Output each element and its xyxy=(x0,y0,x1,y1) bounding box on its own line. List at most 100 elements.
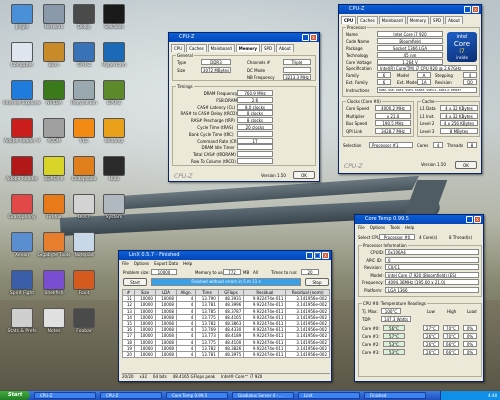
core-count: 4 Core(s) xyxy=(419,235,438,240)
times-input[interactable]: 20 xyxy=(301,269,319,275)
tj-max-value: 100°C xyxy=(381,308,401,314)
desktop-icon[interactable]: Hulu xyxy=(94,156,134,182)
desktop-icon-glyph xyxy=(73,308,95,328)
desktop-icon[interactable]: HyperCam xyxy=(94,42,134,68)
minimize-button[interactable]: _ xyxy=(302,34,309,41)
minimize-button[interactable]: _ xyxy=(464,6,471,13)
menu-export-data[interactable]: Export Data xyxy=(154,261,178,266)
table-cell: 10008 xyxy=(154,350,177,359)
menu-file[interactable]: File xyxy=(122,261,129,266)
close-button[interactable]: x xyxy=(472,6,479,13)
tab-spd[interactable]: SPD xyxy=(260,44,276,52)
minimize-button[interactable]: _ xyxy=(306,252,313,259)
processor-value: Bloomfield xyxy=(377,38,443,44)
desktop-icon[interactable]: Notepad xyxy=(64,232,104,258)
desktop-icon[interactable]: Winamp xyxy=(94,118,134,144)
desktop-icon-glyph xyxy=(11,308,33,328)
timing-label: DRAM Idle Timer xyxy=(201,145,235,151)
menu-options[interactable]: Options xyxy=(134,261,149,266)
memory-input[interactable]: 772 xyxy=(223,269,241,275)
info-label: CPUID: xyxy=(370,250,385,255)
tab-about[interactable]: About xyxy=(276,44,294,52)
taskbar-button[interactable]: Gladiatus Server 4 - ... xyxy=(232,392,294,399)
coretemp-window: Core Temp 0.99.5 _ x File Options Tools Hel… xyxy=(354,214,484,382)
core-load: 0% xyxy=(463,341,477,347)
tab-bar: CPU Caches Mainboard Memory SPD About xyxy=(339,14,481,24)
select-cpu-dropdown[interactable]: Processor #0 xyxy=(379,234,415,240)
stepping-label: Stepping xyxy=(435,73,453,78)
selection-dropdown[interactable]: Processor #1 xyxy=(369,142,413,148)
desktop-icon[interactable]: SeaTools xyxy=(94,4,134,30)
cpuz-memory-titlebar[interactable]: CPU-Z _ x xyxy=(169,33,319,42)
menu-options[interactable]: Options xyxy=(370,225,385,230)
clock: 4:48 xyxy=(488,393,497,398)
tab-mainboard[interactable]: Mainboard xyxy=(378,16,406,24)
desktop-icon[interactable]: Foobar xyxy=(64,308,104,334)
menu-tools[interactable]: Tools xyxy=(390,225,400,230)
thread-count: 8 Thread(s) xyxy=(449,235,473,240)
timing-value xyxy=(237,144,273,151)
tab-mainboard[interactable]: Mainboard xyxy=(207,44,235,52)
taskbar-button[interactable]: CPU-Z xyxy=(100,392,162,399)
cores-value: 4 xyxy=(433,142,443,148)
processor-label: Technology xyxy=(346,53,369,58)
core-label: Core #2: xyxy=(362,342,380,347)
tab-caches[interactable]: Caches xyxy=(357,16,378,24)
cpuz-cpu-titlebar[interactable]: CPU-Z _ x xyxy=(339,5,481,14)
start-button[interactable]: Start xyxy=(0,391,30,400)
close-button[interactable]: x xyxy=(474,216,481,223)
all-checkbox[interactable]: All xyxy=(253,270,258,275)
tab-memory[interactable]: Memory xyxy=(406,16,430,24)
coretemp-titlebar[interactable]: Core Temp 0.99.5 _ x xyxy=(355,215,483,224)
info-label: APIC ID: xyxy=(366,257,383,263)
core-temp: 56°C xyxy=(383,325,405,331)
close-button[interactable]: x xyxy=(310,34,317,41)
tab-cpu[interactable]: CPU xyxy=(171,44,186,52)
tab-caches[interactable]: Caches xyxy=(186,44,207,52)
desktop-icon-glyph xyxy=(73,270,95,290)
taskbar-button[interactable]: Core Temp 0.99.5 xyxy=(166,392,228,399)
menu-file[interactable]: File xyxy=(358,225,365,230)
table-cell: 48.3975 xyxy=(217,350,245,359)
desktop-icon-glyph xyxy=(43,42,65,62)
tab-about[interactable]: About xyxy=(445,16,463,24)
desktop-icon[interactable]: System xyxy=(94,194,134,220)
menu-help[interactable]: Help xyxy=(405,225,414,230)
tab-memory[interactable]: Memory xyxy=(235,44,260,52)
start-button[interactable]: Start xyxy=(123,278,147,286)
menu-help[interactable]: Help xyxy=(183,261,192,266)
taskbar-button[interactable]: CPU-Z xyxy=(34,392,96,399)
info-value: Intel Core i7 920 (Bloomfield) (ES) xyxy=(385,271,479,278)
close-button[interactable]: x xyxy=(322,252,329,259)
linx-titlebar[interactable]: LinX 0.5.7 - Finished _ □ x xyxy=(119,251,331,260)
timing-value xyxy=(237,130,273,137)
group-title: Clocks (Core #0) xyxy=(346,99,382,104)
core-label: Core #0: xyxy=(362,326,380,331)
clock-label: Bus Speed xyxy=(346,121,368,126)
ok-button[interactable]: OK xyxy=(455,161,477,169)
menu-bar: File Options Tools Help xyxy=(355,224,483,231)
tab-spd[interactable]: SPD xyxy=(430,16,445,24)
desktop-icon-glyph xyxy=(103,4,125,24)
maximize-button[interactable]: □ xyxy=(314,252,321,259)
minimize-button[interactable]: _ xyxy=(466,216,473,223)
taskbar-button[interactable]: Finished xyxy=(364,392,426,399)
info-value: 0x106A4 xyxy=(385,249,479,255)
desktop-icon[interactable]: GPU-Z xyxy=(94,80,134,106)
cores-label: Cores xyxy=(417,143,429,148)
tab-cpu[interactable]: CPU xyxy=(341,16,357,24)
threads-label: Threads xyxy=(447,143,464,148)
table-row[interactable]: 20 10000 10008 4 13.781 48.3975 9.922474e-011 3… xyxy=(122,350,330,359)
ok-button[interactable]: OK xyxy=(293,171,315,179)
tab-bar: CPU Caches Mainboard Memory SPD About xyxy=(169,42,319,52)
stop-button[interactable]: Stop xyxy=(305,278,329,286)
core-low: 27°C xyxy=(423,325,439,331)
taskbar-button[interactable]: LinX xyxy=(298,392,360,399)
selection-label: Selection xyxy=(343,143,362,148)
desktop-icon-glyph xyxy=(73,118,95,138)
revision-label: Revision xyxy=(435,80,452,85)
desktop-icon-glyph xyxy=(73,4,95,24)
problem-size-input[interactable]: 10000 xyxy=(151,269,177,275)
desktop-icon[interactable]: Foxit xyxy=(64,270,104,296)
group-title: Cache xyxy=(421,99,436,104)
